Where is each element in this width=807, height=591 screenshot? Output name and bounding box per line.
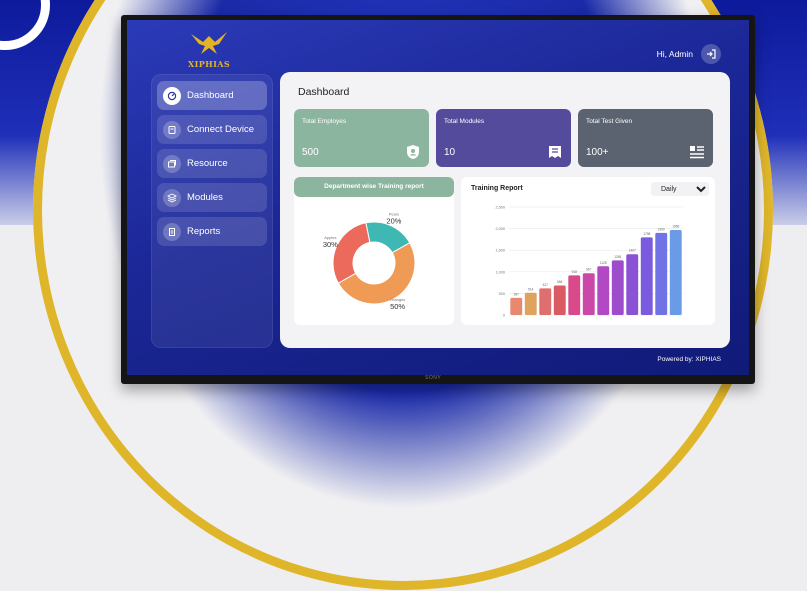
device-icon <box>163 120 181 139</box>
bar-value-label: 397 <box>514 292 520 296</box>
bar-value-label: 918 <box>572 270 578 274</box>
sidebar-item-label: Dashboard <box>187 90 234 101</box>
card-value: 10 <box>444 147 456 158</box>
logout-button[interactable] <box>701 44 721 64</box>
y-tick-label: 2,500 <box>495 206 505 210</box>
resource-icon <box>163 154 181 173</box>
sidebar-item-resource[interactable]: Resource <box>157 149 267 178</box>
bar <box>597 266 610 315</box>
tv-screen: XIPHIAS Hi, Admin Dashboard Connect Devi… <box>127 20 749 375</box>
modules-icon <box>163 188 181 207</box>
bar-value-label: 1265 <box>614 255 621 259</box>
slice-value-label: 30% <box>323 240 338 249</box>
dashboard-panel: Dashboard Total Employes 500 Total Modul… <box>280 72 730 348</box>
card-label: Total Test Given <box>586 118 633 125</box>
bar-value-label: 1407 <box>629 249 636 253</box>
bar-value-label: 1900 <box>658 227 665 231</box>
brand-logo: XIPHIAS <box>185 30 233 70</box>
bar <box>655 232 668 315</box>
page-title: Dashboard <box>298 86 350 98</box>
bar-value-label: 684 <box>557 280 563 284</box>
card-value: 500 <box>302 147 319 158</box>
y-tick-label: 500 <box>499 292 505 296</box>
slice-value-label: 20% <box>386 216 401 225</box>
logout-icon <box>707 49 716 59</box>
bar <box>553 285 566 315</box>
sidebar-item-modules[interactable]: Modules <box>157 183 267 212</box>
sidebar-item-reports[interactable]: Reports <box>157 217 267 246</box>
bar-value-label: 1969 <box>672 224 679 228</box>
bar-value-label: 617 <box>543 283 549 287</box>
y-tick-label: 1,500 <box>495 249 505 253</box>
training-report-box: 0 500 1,000 1,500 2,000 2,500 397 514 617 684 918 9… <box>461 177 715 325</box>
bar-value-label: 1798 <box>643 232 650 236</box>
greeting-text: Hi, Admin <box>656 49 693 59</box>
bar <box>640 237 653 315</box>
bar <box>539 288 552 315</box>
powered-by: Powered by: XIPHIAS <box>657 356 721 363</box>
list-icon <box>690 146 704 159</box>
bar <box>582 273 595 315</box>
tv-brand: SONY <box>425 375 442 381</box>
sidebar-item-dashboard[interactable]: Dashboard <box>157 81 267 110</box>
card-value: 100+ <box>586 147 609 158</box>
sidebar-item-connect-device[interactable]: Connect Device <box>157 115 267 144</box>
donut-slice-apples <box>332 222 371 284</box>
y-tick-label: 0 <box>503 314 505 318</box>
bar <box>669 229 682 315</box>
bar <box>611 260 624 315</box>
tv-frame: XIPHIAS Hi, Admin Dashboard Connect Devi… <box>121 15 755 384</box>
brand-name: XIPHIAS <box>187 59 231 69</box>
department-chart-title: Department wise Training report <box>294 177 454 197</box>
bar <box>510 297 523 315</box>
slice-value-label: 50% <box>390 302 405 311</box>
sidebar: Dashboard Connect Device Resource Module… <box>151 74 273 348</box>
eagle-icon <box>191 32 227 54</box>
bar-chart: 0 500 1,000 1,500 2,000 2,500 397 514 617 684 918 9… <box>495 206 683 318</box>
card-total-modules[interactable]: Total Modules 10 <box>436 109 571 167</box>
donut-chart: Pears20%Oranges50%Apples30% <box>323 211 416 311</box>
book-icon <box>549 146 561 158</box>
bar-value-label: 514 <box>528 287 534 291</box>
card-label: Total Employes <box>302 118 347 125</box>
sidebar-item-label: Modules <box>187 192 223 203</box>
bar-value-label: 967 <box>586 268 592 272</box>
bar <box>524 292 537 315</box>
bar-value-label: 1128 <box>600 261 607 265</box>
y-tick-label: 1,000 <box>495 270 505 274</box>
card-label: Total Modules <box>444 118 485 125</box>
user-greeting: Hi, Admin <box>657 44 721 64</box>
period-select[interactable]: Daily <box>651 182 709 196</box>
badge-icon <box>407 145 419 159</box>
bar <box>626 254 639 315</box>
bar <box>568 275 581 315</box>
dashboard-icon <box>163 86 181 105</box>
y-tick-label: 2,000 <box>495 227 505 231</box>
training-report-title: Training Report <box>471 185 523 192</box>
sidebar-item-label: Connect Device <box>187 124 255 135</box>
sidebar-item-label: Reports <box>187 226 221 237</box>
department-chart-box: Department wise Training report Pears 20%… <box>294 177 454 325</box>
card-total-test-given[interactable]: Total Test Given 100+ <box>578 109 713 167</box>
card-total-employees[interactable]: Total Employes 500 <box>294 109 429 167</box>
reports-icon <box>163 222 181 241</box>
sidebar-item-label: Resource <box>187 158 228 169</box>
